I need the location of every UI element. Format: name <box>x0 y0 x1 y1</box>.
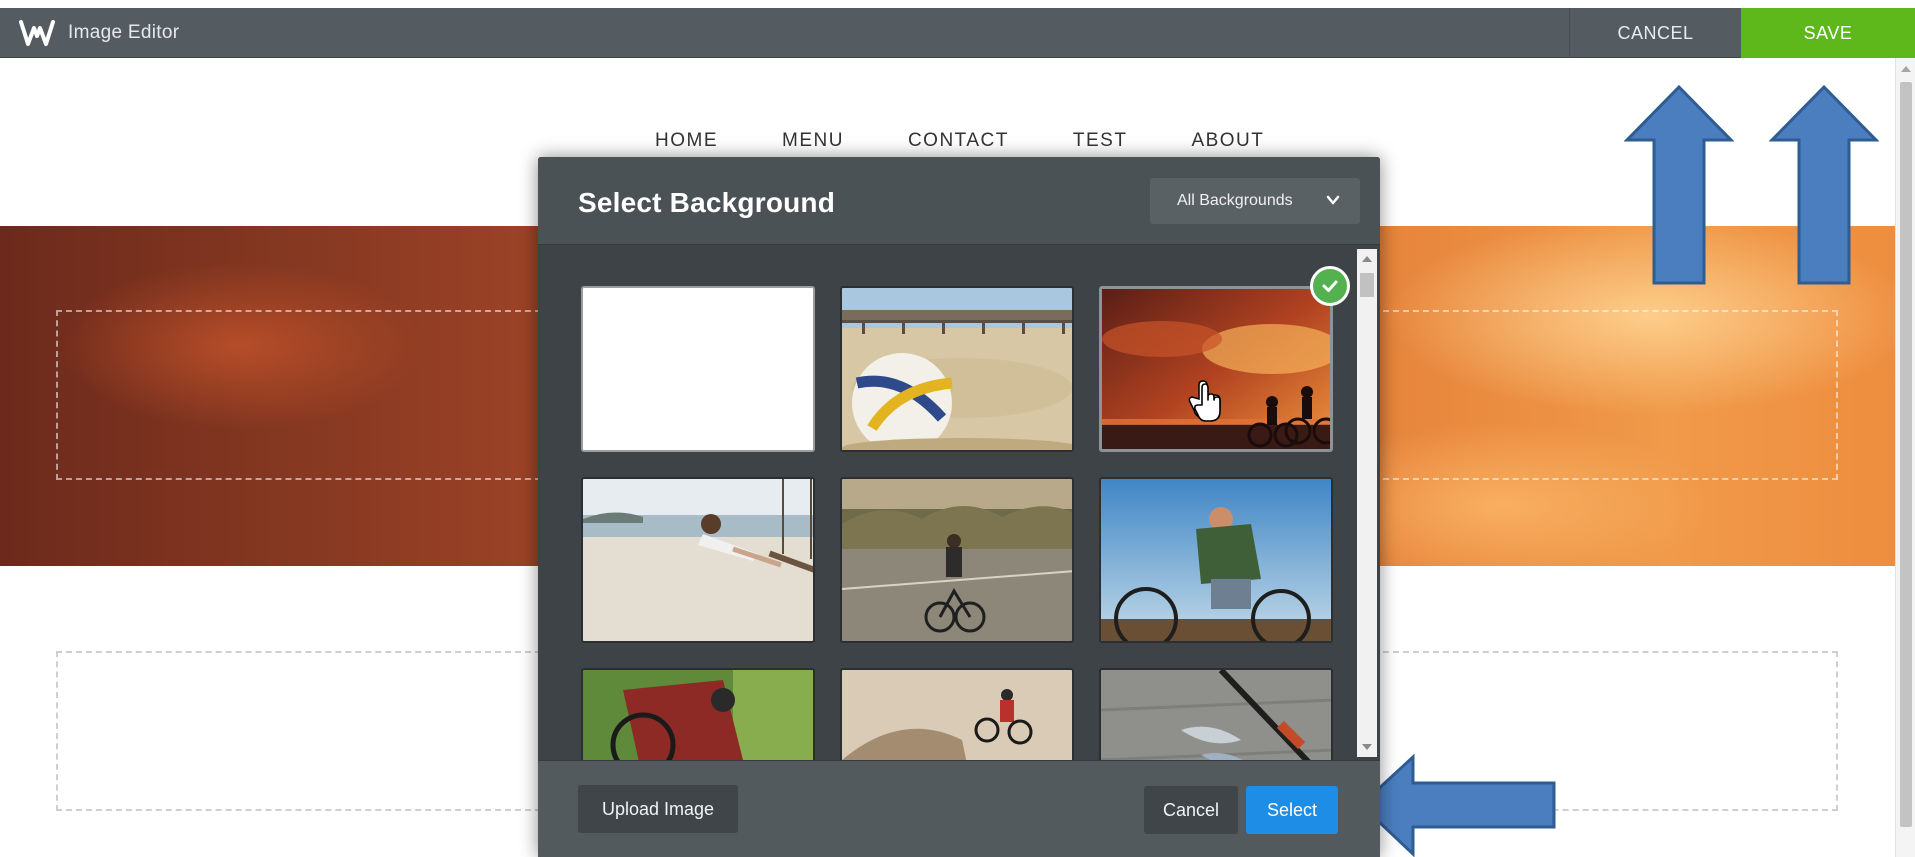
background-filter-value: All Backgrounds <box>1177 192 1293 209</box>
modal-title: Select Background <box>578 187 836 218</box>
nav-item-about[interactable]: ABOUT <box>1191 130 1264 152</box>
scroll-down-arrow-icon[interactable] <box>1362 744 1372 750</box>
background-tile-beach-swing[interactable] <box>581 477 815 643</box>
modal-scrollbar-thumb[interactable] <box>1360 273 1374 297</box>
background-tile-volleyball[interactable] <box>840 286 1074 452</box>
annotation-up-arrow-icon <box>1624 84 1734 285</box>
scroll-up-arrow-icon[interactable] <box>1901 66 1911 72</box>
background-tile-bmx-jump[interactable] <box>840 668 1074 760</box>
nav-item-test[interactable]: TEST <box>1073 130 1128 152</box>
modal-cancel-button[interactable]: Cancel <box>1144 786 1238 834</box>
modal-select-button[interactable]: Select <box>1246 786 1338 834</box>
nav-item-home[interactable]: HOME <box>655 130 718 152</box>
scrollbar-thumb[interactable] <box>1900 82 1912 827</box>
background-tile-cyclists-sunset[interactable] <box>1099 286 1333 452</box>
modal-footer: Upload Image Cancel Select <box>538 760 1380 857</box>
site-navigation: HOME MENU CONTACT TEST ABOUT <box>655 130 1264 152</box>
annotation-left-arrow-icon <box>1358 754 1556 857</box>
upload-image-button[interactable]: Upload Image <box>578 785 738 833</box>
hand-cursor-icon <box>1194 383 1221 422</box>
modal-header: Select Background All Backgrounds <box>538 157 1380 245</box>
modal-scrollbar[interactable] <box>1357 249 1377 757</box>
scroll-up-arrow-icon[interactable] <box>1362 256 1372 262</box>
toolbar-save-button[interactable]: SAVE <box>1741 8 1915 58</box>
background-tile-fishing-rod[interactable] <box>1099 668 1333 760</box>
selected-check-icon <box>1310 266 1350 306</box>
annotation-up-arrow-icon <box>1769 84 1879 285</box>
background-tile-cyclist-road[interactable] <box>840 477 1074 643</box>
background-tile-cyclist-backpack[interactable] <box>1099 477 1333 643</box>
weebly-logo-icon <box>18 18 56 48</box>
editor-window: Image Editor CANCEL SAVE HOME MENU CONTA… <box>0 0 1915 857</box>
background-filter-dropdown[interactable]: All Backgrounds <box>1150 178 1360 224</box>
select-background-modal: Select Background All Backgrounds Upload… <box>538 157 1380 857</box>
editor-toolbar: Image Editor CANCEL SAVE <box>0 8 1915 58</box>
toolbar-cancel-button[interactable]: CANCEL <box>1569 8 1741 58</box>
chevron-down-icon <box>1326 195 1340 205</box>
background-grid <box>538 245 1380 760</box>
background-tile-mountain-biker[interactable] <box>581 668 815 760</box>
background-tile-plain-white[interactable] <box>581 286 815 452</box>
page-scrollbar[interactable] <box>1895 58 1915 857</box>
nav-item-contact[interactable]: CONTACT <box>908 130 1009 152</box>
app-title: Image Editor <box>68 21 180 43</box>
nav-item-menu[interactable]: MENU <box>782 130 844 152</box>
